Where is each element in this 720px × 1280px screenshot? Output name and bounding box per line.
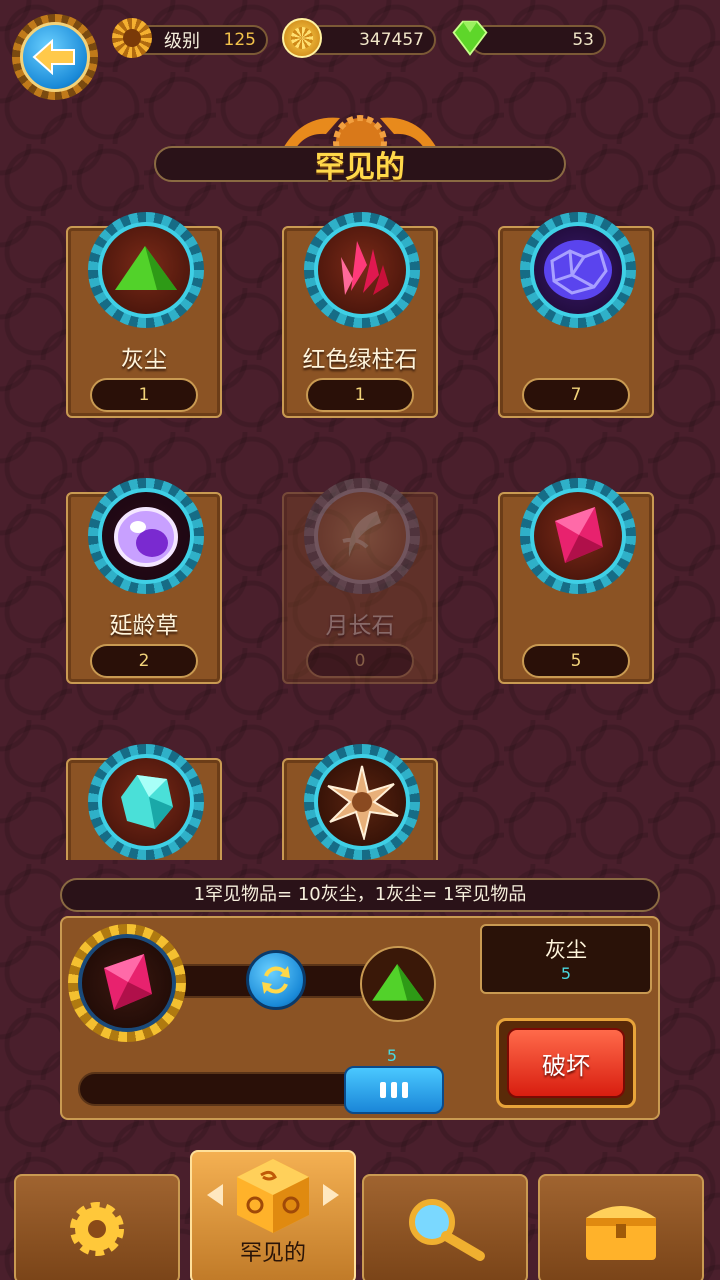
refresh-icon <box>262 966 290 994</box>
item-count: 0 <box>306 644 414 678</box>
gear-icon <box>70 1202 124 1256</box>
back-button[interactable] <box>12 14 98 100</box>
item-card-dust[interactable]: 灰尘 1 <box>66 212 222 418</box>
item-card-cyan-crystal[interactable] <box>66 744 222 860</box>
convert-panel: 灰尘 5 5 破坏 <box>60 916 660 1120</box>
coin-icon <box>282 18 322 58</box>
green-dust-icon <box>372 964 424 1001</box>
gems-value: 53 <box>572 30 594 50</box>
chevron-left-icon[interactable] <box>205 1182 225 1208</box>
cube-icon <box>237 1159 309 1233</box>
result-name: 灰尘 <box>545 938 587 962</box>
purple-orb-icon <box>114 507 178 567</box>
item-card-moonstone[interactable]: 月长石 0 <box>282 478 438 684</box>
item-name: 延龄草 <box>109 613 179 639</box>
tab-rare-label: 罕见的 <box>239 1241 306 1266</box>
chest-icon <box>586 1206 656 1260</box>
tab-inventory[interactable] <box>538 1174 704 1280</box>
item-card-trillium[interactable]: 延龄草 2 <box>66 478 222 684</box>
item-count: 7 <box>522 378 630 412</box>
item-count: 1 <box>90 378 198 412</box>
level-gear-icon <box>112 18 152 58</box>
blue-ore-icon <box>544 240 612 300</box>
result-box: 灰尘 5 <box>480 924 652 994</box>
green-gem-icon <box>450 18 490 58</box>
magnifier-icon <box>409 1199 485 1261</box>
arrow-left-icon <box>32 39 75 75</box>
selected-item-slot[interactable] <box>68 924 186 1042</box>
level-value: 125 <box>223 30 256 50</box>
conversion-info: 1罕见物品= 10灰尘，1灰尘= 1罕见物品 <box>60 878 660 912</box>
item-card-red-beryl[interactable]: 红色绿柱石 1 <box>282 212 438 418</box>
item-count: 2 <box>90 644 198 678</box>
level-label: 级别 <box>164 31 200 52</box>
slider-value: 5 <box>386 1046 398 1065</box>
cyan-crystal-icon <box>121 775 173 829</box>
item-count: 5 <box>522 644 630 678</box>
page-title-bar: 罕见的 <box>154 146 566 185</box>
tab-rare[interactable]: 罕见的 <box>190 1150 356 1280</box>
item-card-pink-gem[interactable]: 5 <box>498 478 654 684</box>
pink-gem-icon <box>555 507 603 563</box>
quantity-slider-handle[interactable] <box>344 1066 444 1114</box>
result-amount: 5 <box>560 964 572 983</box>
row-3-clip <box>0 740 720 860</box>
item-name: 月长石 <box>325 613 395 639</box>
item-name: 红色绿柱石 <box>302 347 418 373</box>
destroy-button[interactable]: 破坏 <box>496 1018 636 1108</box>
page-title: 罕见的 <box>315 150 405 185</box>
coins-value: 347457 <box>359 30 424 50</box>
gems-pill: 53 <box>470 25 606 55</box>
spiky-seed-icon <box>327 765 399 840</box>
tab-search[interactable] <box>362 1174 528 1280</box>
item-card-spiky-seed[interactable] <box>282 744 438 860</box>
item-name: 灰尘 <box>121 347 167 373</box>
destroy-label: 破坏 <box>542 1051 590 1080</box>
chevron-right-icon[interactable] <box>321 1182 341 1208</box>
item-card-blue-ore[interactable]: 7 <box>498 212 654 418</box>
swap-button[interactable] <box>246 950 306 1010</box>
green-dust-icon <box>115 246 177 290</box>
item-count: 1 <box>306 378 414 412</box>
result-item-slot <box>360 946 436 1022</box>
tab-settings[interactable] <box>14 1174 180 1280</box>
red-crystal-icon <box>341 241 389 295</box>
pink-gem-icon <box>104 954 152 1010</box>
moonstone-icon <box>342 511 381 557</box>
